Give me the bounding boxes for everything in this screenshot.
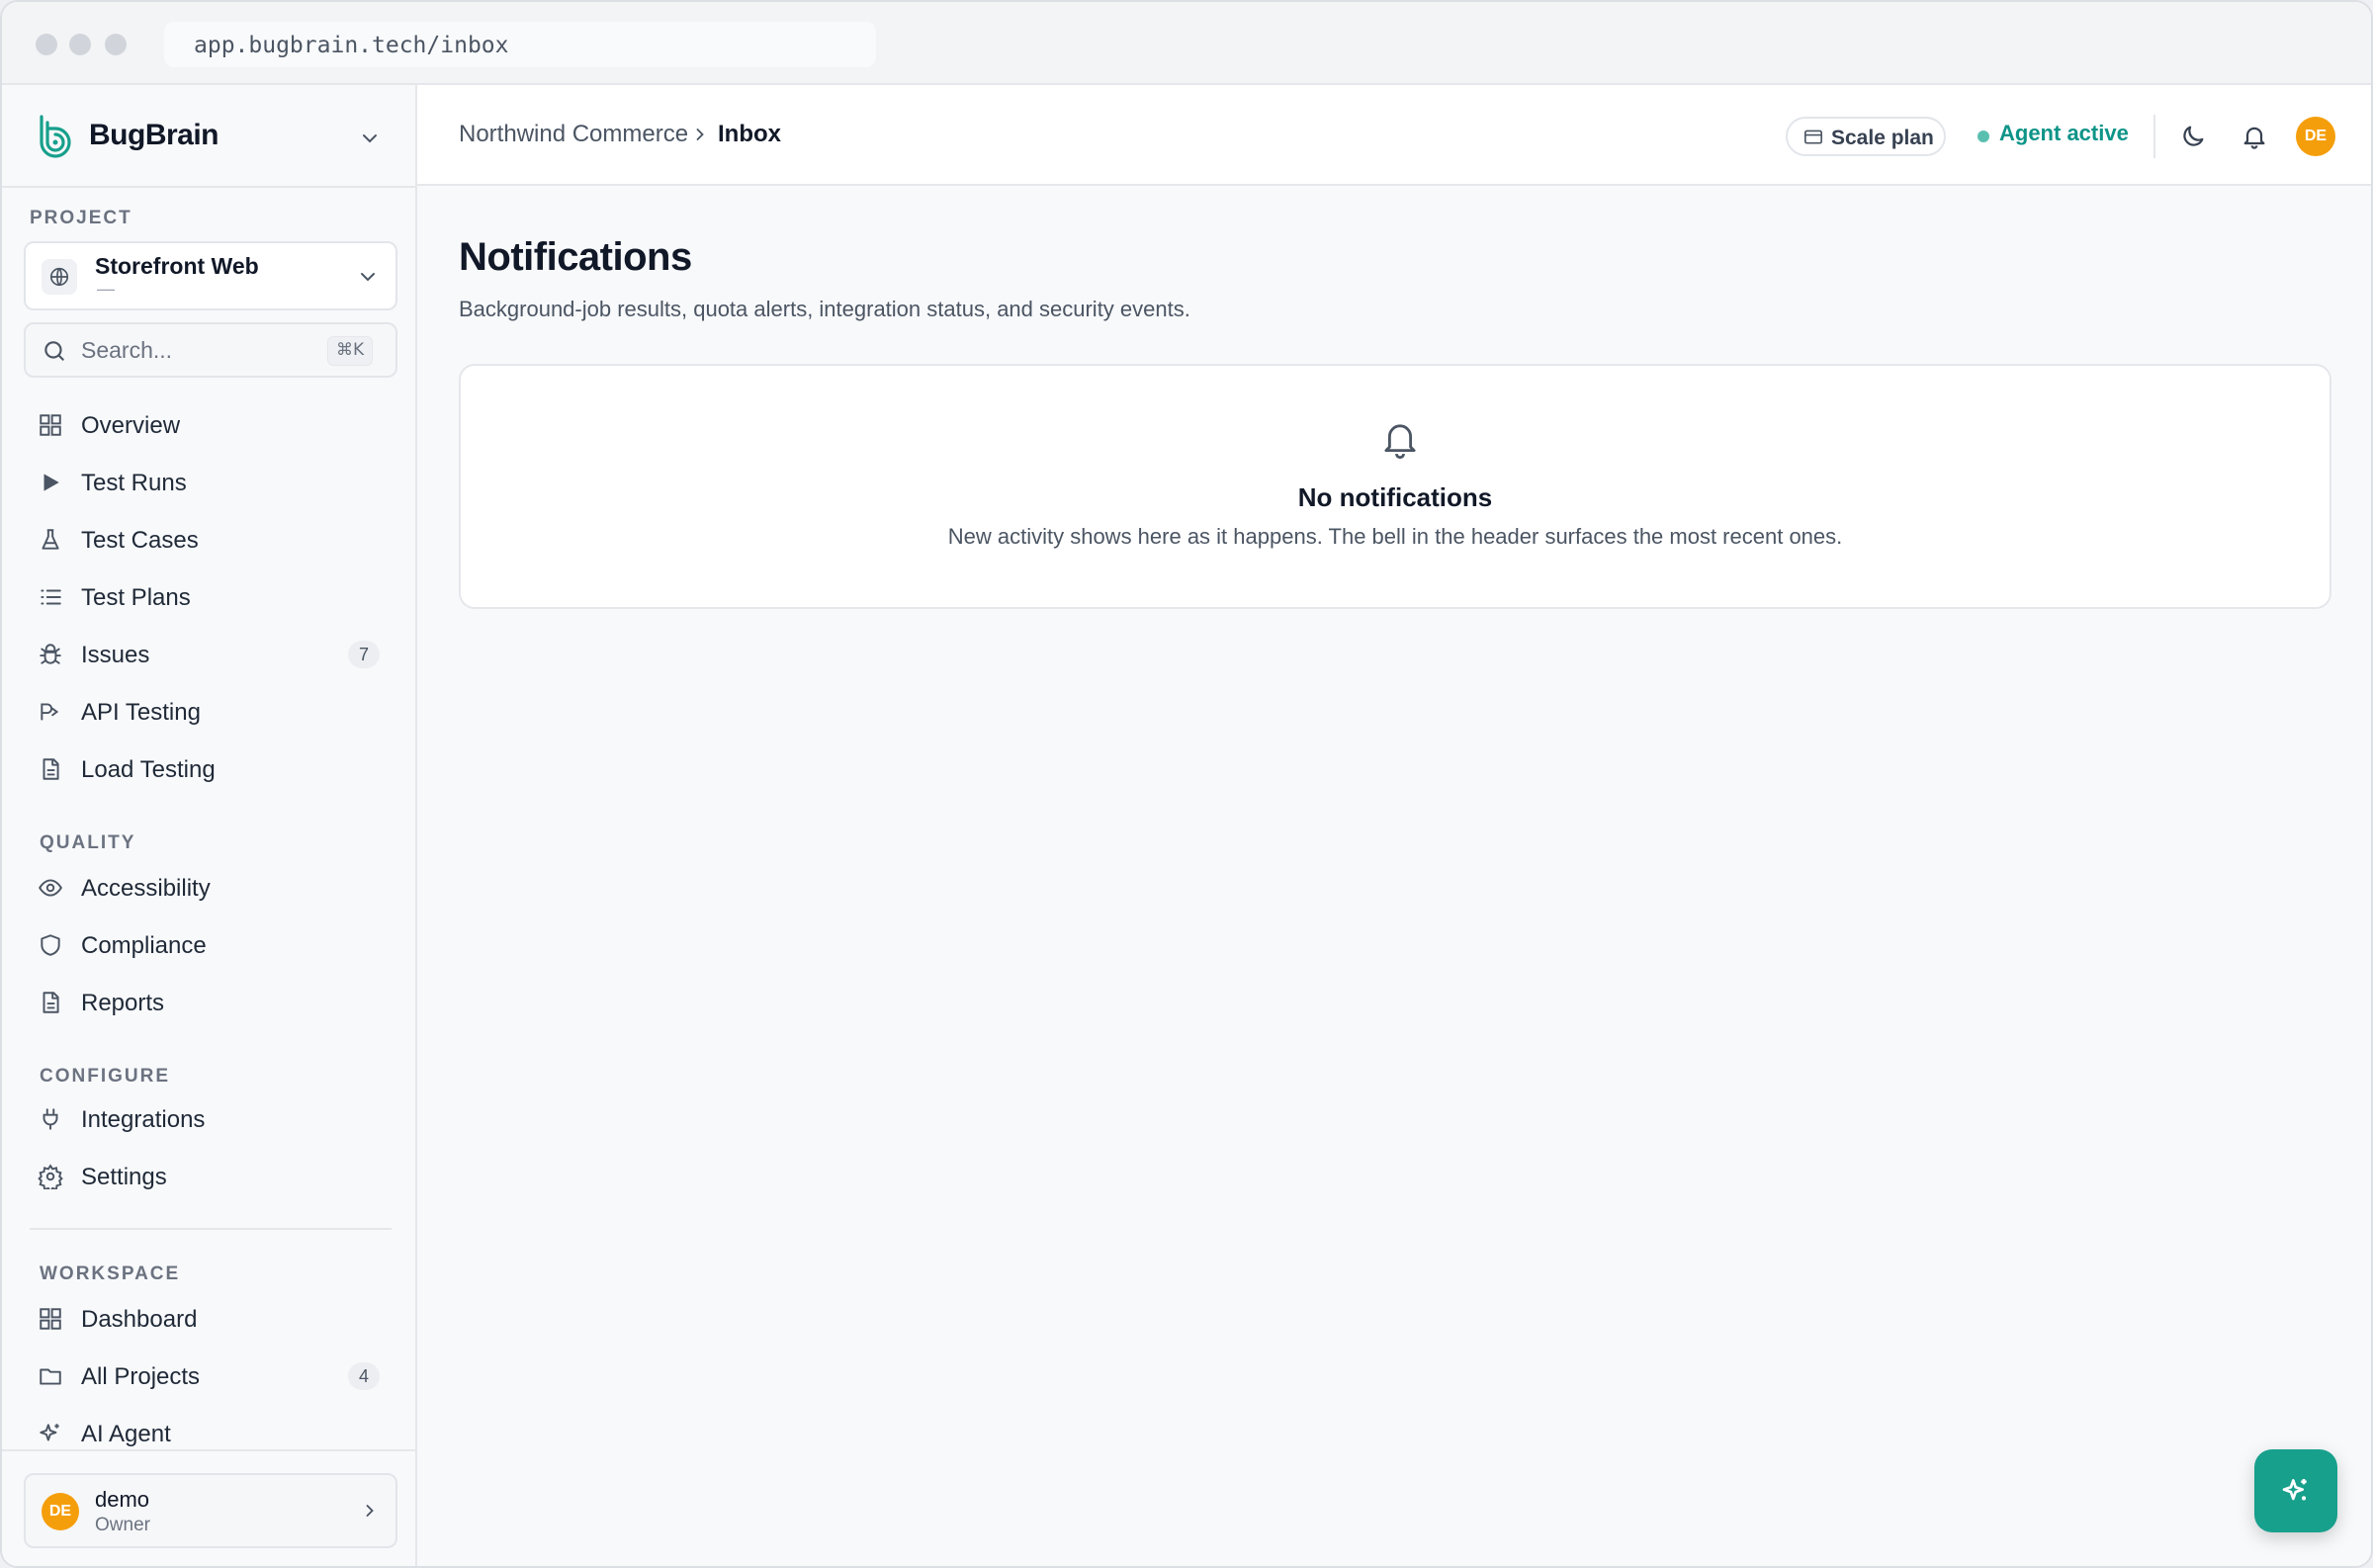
bug-icon	[40, 644, 61, 664]
user-role: Owner	[95, 1515, 150, 1535]
sidebar-item-label: Test Plans	[81, 584, 191, 611]
sidebar-item-reports[interactable]: Reports	[24, 977, 397, 1028]
sidebar-item-test-runs[interactable]: Test Runs	[24, 457, 397, 508]
sidebar-item-api-testing[interactable]: API Testing	[24, 686, 397, 738]
sidebar-item-test-plans[interactable]: Test Plans	[24, 571, 397, 623]
sidebar-item-settings[interactable]: Settings	[24, 1151, 397, 1202]
section-label-project: PROJECT	[30, 208, 132, 228]
sidebar-item-overview[interactable]: Overview	[24, 399, 397, 451]
play-icon	[44, 474, 59, 491]
gear-icon	[38, 1164, 63, 1189]
sidebar-item-label: API Testing	[81, 699, 201, 726]
shield-icon	[41, 934, 60, 956]
sidebar-item-label: AI Agent	[81, 1421, 171, 1447]
avatar: DE	[42, 1493, 79, 1530]
header-divider	[2153, 115, 2155, 158]
bugbrain-logo-icon	[40, 115, 71, 158]
user-footer: DE demo Owner	[2, 1449, 415, 1566]
globe-icon	[42, 259, 77, 295]
count-badge: 7	[348, 641, 380, 668]
sidebar-item-label: Issues	[81, 642, 150, 668]
window-maximize-dot[interactable]	[105, 34, 127, 55]
section-label-workspace: WORKSPACE	[40, 1263, 181, 1284]
bell-icon	[1384, 424, 1416, 460]
sidebar-item-label: Dashboard	[81, 1306, 198, 1333]
brand-switcher[interactable]: BugBrain	[2, 85, 415, 188]
chevron-right-icon	[366, 1505, 374, 1517]
main-content: Notifications Background-job results, qu…	[417, 186, 2371, 1566]
chevron-down-icon	[363, 134, 377, 143]
moon-icon[interactable]	[2179, 123, 2207, 150]
empty-state-card: No notifications New activity shows here…	[459, 364, 2331, 609]
search-shortcut: ⌘K	[327, 336, 374, 366]
chevron-right-icon	[696, 129, 704, 140]
flask-icon	[42, 529, 59, 550]
project-subtitle: —	[97, 279, 115, 299]
sidebar-item-load-testing[interactable]: Load Testing	[24, 743, 397, 795]
section-label-configure: CONFIGURE	[40, 1066, 170, 1087]
ai-assistant-button[interactable]	[2254, 1449, 2337, 1532]
plan-label: Scale plan	[1831, 127, 1934, 149]
sidebar-item-compliance[interactable]: Compliance	[24, 919, 397, 971]
sidebar-item-accessibility[interactable]: Accessibility	[24, 862, 397, 914]
grid-icon	[40, 1308, 61, 1330]
plan-badge[interactable]: Scale plan	[1786, 117, 1946, 156]
project-name: Storefront Web	[95, 253, 259, 279]
sidebar-item-label: Compliance	[81, 932, 207, 959]
search-icon	[44, 341, 64, 361]
app-window: app.bugbrain.tech/inbox BugBrain PROJECT…	[0, 0, 2373, 1568]
page-subtitle: Background-job results, quota alerts, in…	[459, 297, 1190, 321]
chevron-down-icon	[361, 273, 375, 282]
count-badge: 4	[348, 1362, 380, 1390]
empty-state-title: No notifications	[1297, 482, 1493, 512]
window-minimize-dot[interactable]	[69, 34, 91, 55]
sidebar-item-issues[interactable]: Issues 7	[24, 629, 397, 680]
sidebar-item-label: Test Cases	[81, 527, 199, 554]
search-placeholder: Search...	[81, 337, 173, 363]
plug-icon	[43, 1108, 58, 1130]
sidebar-item-label: Overview	[81, 412, 181, 439]
api-icon	[41, 703, 59, 721]
sidebar-item-label: Reports	[81, 990, 165, 1016]
search-input[interactable]: Search... ⌘K	[24, 322, 397, 378]
sidebar-item-label: Settings	[81, 1164, 167, 1190]
empty-state-message: New activity shows here as it happens. T…	[947, 524, 1843, 549]
sidebar-item-label: Integrations	[81, 1106, 206, 1133]
sidebar-item-integrations[interactable]: Integrations	[24, 1093, 397, 1145]
file-icon	[43, 758, 59, 780]
sidebar-item-label: Accessibility	[81, 875, 211, 902]
sidebar-item-label: Test Runs	[81, 470, 187, 496]
agent-status[interactable]: Agent active	[1999, 121, 2129, 146]
header-avatar[interactable]: DE	[2296, 117, 2335, 156]
user-name: demo	[95, 1487, 150, 1512]
project-selector[interactable]: Storefront Web —	[24, 241, 397, 310]
sidebar-item-all-projects[interactable]: All Projects 4	[24, 1350, 397, 1402]
sidebar-item-label: Load Testing	[81, 756, 216, 783]
browser-chrome: app.bugbrain.tech/inbox	[2, 2, 2371, 85]
sidebar-item-dashboard[interactable]: Dashboard	[24, 1293, 397, 1345]
sidebar-item-test-cases[interactable]: Test Cases	[24, 514, 397, 566]
grid-icon	[40, 414, 61, 436]
list-icon	[41, 589, 61, 605]
status-dot	[1978, 131, 1989, 142]
breadcrumb-current: Inbox	[718, 121, 781, 147]
section-label-quality: QUALITY	[40, 832, 136, 853]
brand-name: BugBrain	[89, 119, 220, 151]
eye-icon	[39, 879, 62, 897]
bell-icon[interactable]	[2241, 123, 2268, 150]
page-title: Notifications	[459, 235, 692, 279]
sidebar-divider	[30, 1228, 392, 1230]
credit-card-icon	[1804, 130, 1822, 144]
top-header: Northwind Commerce Inbox Scale plan Agen…	[417, 85, 2371, 186]
window-close-dot[interactable]	[36, 34, 57, 55]
report-icon	[43, 992, 59, 1013]
folder-icon	[40, 1368, 61, 1385]
sidebar: BugBrain PROJECT Storefront Web — Search…	[2, 85, 417, 1566]
sparkle-icon	[40, 1424, 59, 1441]
address-bar[interactable]: app.bugbrain.tech/inbox	[164, 22, 876, 67]
breadcrumb-workspace[interactable]: Northwind Commerce	[459, 121, 688, 148]
user-menu-button[interactable]: DE demo Owner	[24, 1473, 397, 1548]
sparkle-icon	[2282, 1479, 2307, 1501]
sidebar-item-label: All Projects	[81, 1363, 201, 1390]
